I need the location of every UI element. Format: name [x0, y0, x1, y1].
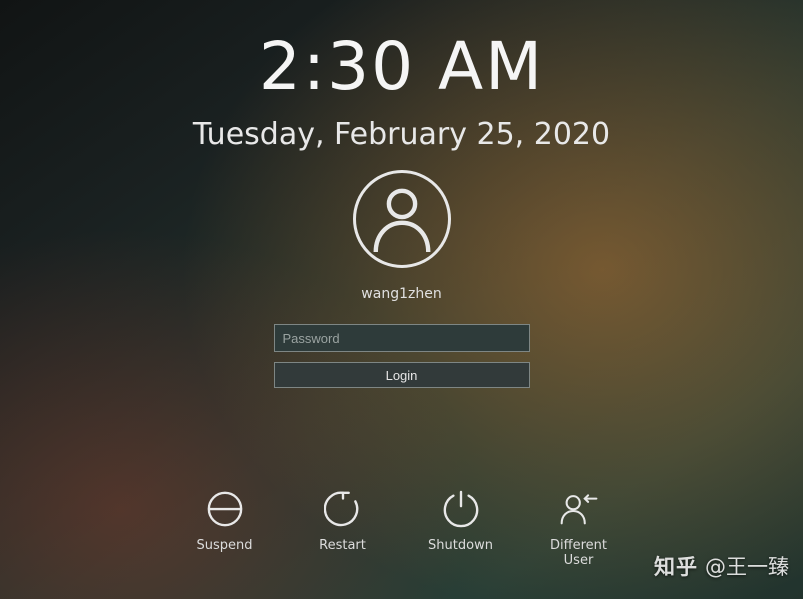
suspend-label: Suspend [196, 538, 252, 554]
watermark-author: @王一臻 [705, 551, 789, 581]
restart-button[interactable]: Restart [306, 490, 380, 554]
password-input[interactable] [274, 324, 530, 352]
shutdown-button[interactable]: Shutdown [424, 490, 498, 554]
clock-block: 2:30 AM Tuesday, February 25, 2020 [0, 28, 803, 152]
different-user-label: Different User [550, 538, 607, 569]
clock-date: Tuesday, February 25, 2020 [0, 117, 803, 152]
login-button[interactable]: Login [274, 362, 530, 388]
suspend-icon [206, 490, 244, 528]
watermark: 知乎 @王一臻 [654, 551, 789, 581]
login-form: Login [274, 324, 530, 388]
suspend-button[interactable]: Suspend [188, 490, 262, 554]
user-block: wang1zhen Login [0, 170, 803, 388]
user-avatar [353, 170, 451, 268]
clock-time: 2:30 AM [0, 28, 803, 105]
different-user-icon [560, 490, 598, 528]
restart-icon [324, 490, 362, 528]
restart-label: Restart [319, 538, 366, 554]
watermark-brand: 知乎 [654, 551, 698, 581]
shutdown-icon [442, 490, 480, 528]
shutdown-label: Shutdown [428, 538, 493, 554]
user-icon [367, 182, 437, 256]
different-user-button[interactable]: Different User [542, 490, 616, 569]
username-label: wang1zhen [361, 286, 441, 302]
